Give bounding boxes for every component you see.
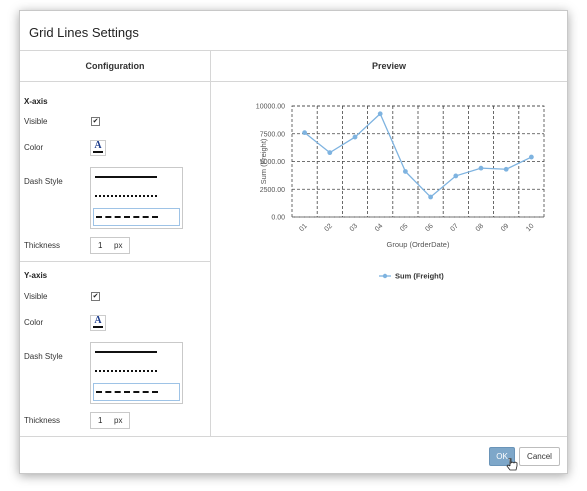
x-axis-title: Group (OrderDate) xyxy=(387,240,450,249)
x-tick-label: 01 xyxy=(298,223,309,234)
solid-line-sample xyxy=(95,176,157,178)
dialog-title: Grid Lines Settings xyxy=(29,25,139,40)
configuration-header: Configuration xyxy=(85,61,145,71)
x-tick-label: 06 xyxy=(424,223,435,234)
font-color-icon: A xyxy=(94,140,102,151)
color-swatch xyxy=(93,326,103,328)
data-point xyxy=(302,130,307,136)
y-axis-dash-style-list xyxy=(90,342,183,404)
solid-line-sample xyxy=(95,351,157,353)
x-axis-dash-style-list xyxy=(90,167,183,229)
x-tick-label: 03 xyxy=(349,223,360,234)
dash-option-dashed[interactable] xyxy=(93,208,180,226)
dash-option-dashed[interactable] xyxy=(93,383,180,401)
legend-label: Sum (Freight) xyxy=(395,272,444,281)
title-divider xyxy=(20,50,567,51)
x-tick-label: 09 xyxy=(500,223,511,234)
dashed-line-sample xyxy=(96,216,158,218)
section-divider xyxy=(20,261,210,262)
dash-option-solid[interactable] xyxy=(93,169,178,185)
dash-option-solid[interactable] xyxy=(93,344,178,360)
color-swatch xyxy=(93,151,103,153)
dashed-line-sample xyxy=(96,391,158,393)
y-tick-label: 10000.00 xyxy=(256,104,285,111)
hand-cursor-icon xyxy=(506,458,518,471)
data-point xyxy=(478,165,484,171)
x-axis-thickness-input[interactable]: 1 px xyxy=(90,237,130,254)
x-axis-visible-label: Visible xyxy=(24,117,48,126)
x-axis-section-title: X-axis xyxy=(24,97,48,106)
thickness-value: 1 xyxy=(98,241,103,250)
data-point xyxy=(529,154,534,160)
preview-header: Preview xyxy=(371,61,407,71)
data-point xyxy=(503,166,509,172)
y-axis-thickness-input[interactable]: 1 px xyxy=(90,412,130,429)
thickness-value: 1 xyxy=(98,416,103,425)
data-point xyxy=(352,134,358,140)
x-axis-thickness-label: Thickness xyxy=(24,241,61,250)
y-axis-visible-checkbox[interactable]: ✔ xyxy=(91,292,100,301)
thickness-unit: px xyxy=(114,416,123,425)
y-tick-label: 2500.00 xyxy=(260,187,285,194)
dotted-line-sample xyxy=(95,195,157,197)
y-axis-dash-style-label: Dash Style xyxy=(24,352,63,361)
y-axis-title: Sum (Freight) xyxy=(259,138,268,184)
y-tick-label: 0.00 xyxy=(271,215,285,222)
footer-divider xyxy=(20,436,567,437)
y-axis-color-label: Color xyxy=(24,318,44,327)
dotted-line-sample xyxy=(95,370,157,372)
y-axis-color-picker[interactable]: A xyxy=(90,315,106,331)
data-point xyxy=(428,194,433,200)
data-point xyxy=(403,169,408,174)
x-tick-label: 07 xyxy=(450,223,461,234)
x-tick-label: 08 xyxy=(475,223,486,234)
x-tick-label: 02 xyxy=(324,223,335,234)
preview-chart: 0.002500.005000.007500.0010000.0001 02 03 0… xyxy=(256,104,545,281)
y-axis-section-title: Y-axis xyxy=(24,271,48,280)
dash-option-dotted[interactable] xyxy=(93,363,178,379)
x-axis-dash-style-label: Dash Style xyxy=(24,177,63,186)
data-point xyxy=(453,173,459,179)
dash-option-dotted[interactable] xyxy=(93,188,178,204)
data-point xyxy=(327,150,333,156)
x-tick-label: 05 xyxy=(399,223,410,234)
x-axis-color-picker[interactable]: A xyxy=(90,140,106,156)
thickness-unit: px xyxy=(114,241,123,250)
y-axis-thickness-label: Thickness xyxy=(24,416,61,425)
data-point xyxy=(377,111,383,117)
x-tick-label: 10 xyxy=(525,223,536,234)
cancel-button[interactable]: Cancel xyxy=(519,447,560,466)
y-axis-visible-label: Visible xyxy=(24,292,48,301)
grid-lines-settings-dialog: Grid Lines Settings Configuration Previe… xyxy=(19,10,568,474)
y-tick-label: 7500.00 xyxy=(260,131,285,138)
x-tick-label: 04 xyxy=(374,223,385,234)
x-axis-color-label: Color xyxy=(24,143,44,152)
font-color-icon: A xyxy=(94,315,102,326)
legend-marker-icon xyxy=(382,273,388,279)
x-axis-visible-checkbox[interactable]: ✔ xyxy=(91,117,100,126)
